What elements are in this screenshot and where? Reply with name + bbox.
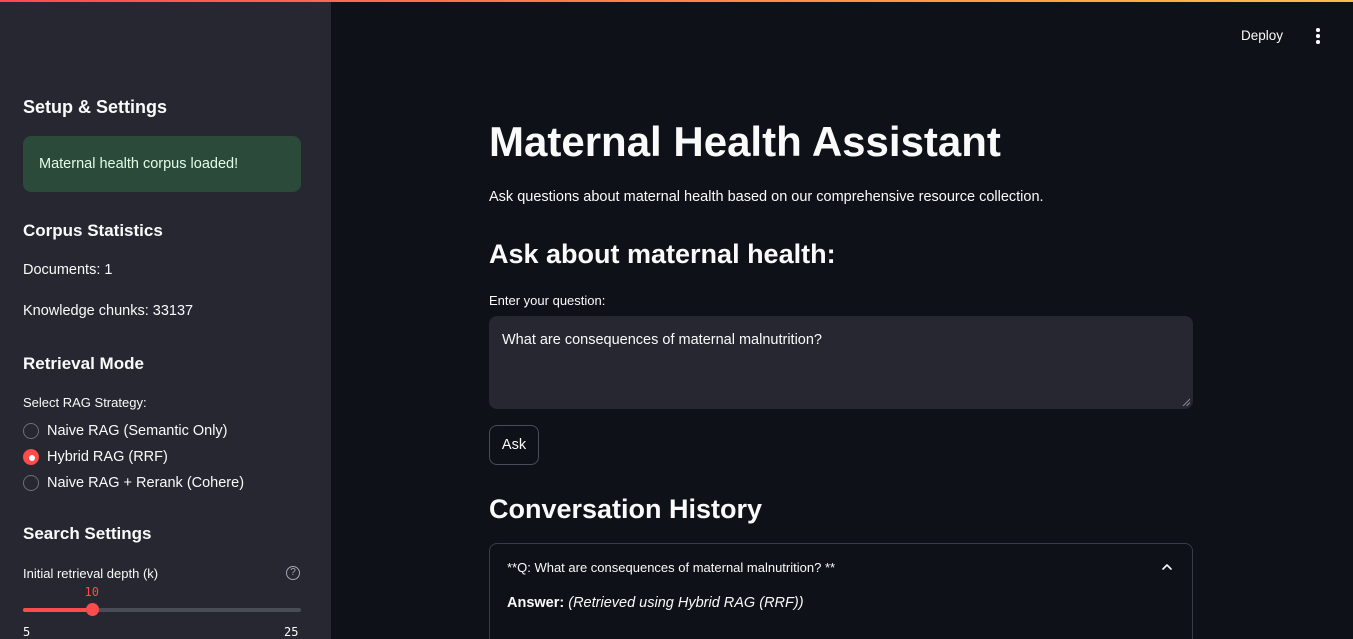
answer-label: Answer: [507, 595, 565, 611]
depth-label: Initial retrieval depth (k) [23, 566, 159, 581]
deploy-button[interactable]: Deploy [1241, 28, 1283, 43]
ask-button[interactable]: Ask [489, 425, 539, 465]
radio-naive-rag[interactable]: Naive RAG (Semantic Only) [23, 423, 228, 439]
main-content: Deploy Maternal Health Assistant Ask que… [331, 0, 1353, 639]
radio-hybrid-rag[interactable]: Hybrid RAG (RRF) [23, 449, 168, 465]
radio-naive-rerank[interactable]: Naive RAG + Rerank (Cohere) [23, 475, 244, 491]
page-title: Maternal Health Assistant [489, 118, 1001, 165]
slider-thumb[interactable] [86, 603, 99, 616]
sidebar: Setup & Settings Maternal health corpus … [0, 0, 331, 639]
slider-min: 5 [23, 625, 31, 639]
radio-label: Naive RAG + Rerank (Cohere) [47, 475, 245, 491]
history-expander[interactable]: **Q: What are consequences of maternal m… [489, 543, 1193, 639]
slider-max: 25 [284, 625, 299, 639]
slider-track[interactable] [23, 608, 301, 612]
help-icon[interactable]: ? [286, 566, 300, 580]
question-label: Enter your question: [489, 293, 606, 308]
page-description: Ask questions about maternal health base… [489, 189, 1044, 205]
setup-title: Setup & Settings [23, 97, 168, 117]
history-answer: Answer: (Retrieved using Hybrid RAG (RRF… [507, 595, 804, 611]
chunks-count: Knowledge chunks: 33137 [23, 303, 194, 319]
radio-button[interactable] [23, 423, 39, 439]
top-decoration-bar [0, 0, 1353, 2]
chevron-up-icon[interactable] [1160, 560, 1174, 574]
slider-fill [23, 608, 93, 612]
documents-count: Documents: 1 [23, 262, 113, 278]
answer-meta: (Retrieved using Hybrid RAG (RRF)) [568, 595, 804, 611]
radio-label: Naive RAG (Semantic Only) [47, 423, 228, 439]
question-input[interactable]: What are consequences of maternal malnut… [489, 316, 1193, 409]
corpus-title: Corpus Statistics [23, 221, 163, 240]
retrieval-title: Retrieval Mode [23, 354, 144, 373]
strategy-label: Select RAG Strategy: [23, 395, 147, 410]
resize-grip-icon[interactable] [1182, 398, 1190, 406]
radio-button-selected[interactable] [23, 449, 39, 465]
search-title: Search Settings [23, 524, 152, 543]
success-alert: Maternal health corpus loaded! [23, 136, 301, 192]
radio-button[interactable] [23, 475, 39, 491]
history-heading: Conversation History [489, 494, 763, 524]
history-question[interactable]: **Q: What are consequences of maternal m… [507, 560, 835, 575]
ask-heading: Ask about maternal health: [489, 239, 836, 269]
success-message: Maternal health corpus loaded! [39, 156, 239, 172]
more-menu-icon[interactable] [1313, 28, 1323, 46]
radio-label: Hybrid RAG (RRF) [47, 449, 168, 465]
slider-value: 10 [84, 585, 99, 599]
